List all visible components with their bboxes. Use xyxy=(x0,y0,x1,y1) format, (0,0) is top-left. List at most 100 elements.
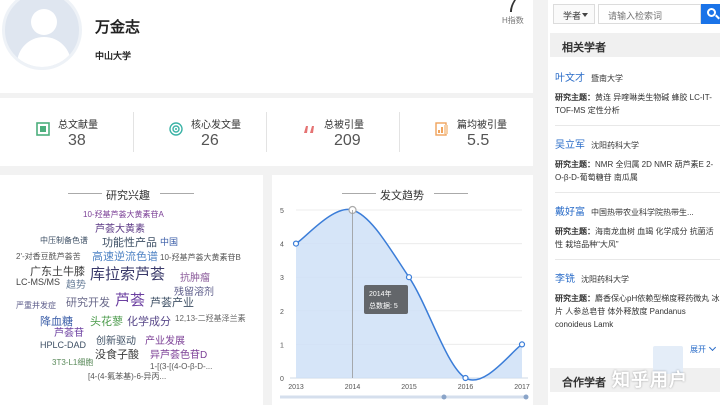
topic-label: 研究主题： xyxy=(555,227,595,236)
research-interest-panel: 研究兴趣 10-羟基芦荟大黄素苷A 芦荟大黄素 中压制备色谱 功能性产品 中国 … xyxy=(0,175,263,405)
stat-label: 总文献量 xyxy=(58,120,98,131)
cloud-word[interactable]: 芦荟 xyxy=(115,293,145,308)
cloud-word[interactable]: 芦荟大黄素 xyxy=(95,225,145,235)
document-icon xyxy=(36,122,50,136)
cloud-word[interactable]: 功能性产品 xyxy=(102,238,157,249)
cloud-word[interactable]: 创新驱动 xyxy=(96,337,136,347)
x-tick-label: 2013 xyxy=(288,384,304,391)
cloud-word[interactable]: 高速逆流色谱 xyxy=(92,252,158,263)
scholar-inst: 沈阳药科大学 xyxy=(581,275,629,284)
y-tick-label: 4 xyxy=(280,242,284,249)
topic-label: 研究主题： xyxy=(555,294,595,303)
stat-value: 38 xyxy=(68,132,86,149)
y-tick-label: 5 xyxy=(280,208,284,215)
hindex-label: H指数 xyxy=(502,16,524,25)
cloud-word[interactable]: 芦荟产业 xyxy=(150,298,194,309)
data-point xyxy=(462,374,469,382)
watermark-text: 知乎用户 xyxy=(612,370,688,390)
stat-value: 5.5 xyxy=(467,132,490,149)
expand-link[interactable]: 展开 xyxy=(690,344,715,355)
search-bar: 学者 xyxy=(553,4,720,24)
scholar-inst: 暨南大学 xyxy=(591,74,623,83)
y-tick-label: 2 xyxy=(280,309,284,316)
profile-card: 万金志 中山大学 7 H指数 xyxy=(0,0,533,93)
y-tick-label: 1 xyxy=(280,342,284,349)
chart-doc-icon xyxy=(435,122,448,136)
search-type-label: 学者 xyxy=(563,11,582,21)
cloud-word[interactable]: 产业发展 xyxy=(145,337,185,347)
cloud-word[interactable]: 没食子酸 xyxy=(95,350,139,361)
scholar-affiliation[interactable]: 中山大学 xyxy=(95,49,131,62)
range-slider-handle xyxy=(441,394,447,400)
cloud-word[interactable]: 中国 xyxy=(160,238,178,247)
stat-total-citations[interactable]: 总被引量 209 xyxy=(266,98,399,166)
stat-label: 总被引量 xyxy=(324,120,364,131)
cloud-word[interactable]: 芦荟苷 xyxy=(54,329,84,339)
x-tick-label: 2017 xyxy=(514,384,530,391)
target-icon xyxy=(169,122,183,136)
related-scholars-header: 相关学者 xyxy=(550,33,720,57)
range-slider-handle xyxy=(523,394,529,400)
cloud-word[interactable]: 头花蓼 xyxy=(90,317,123,328)
cloud-word[interactable]: 库拉索芦荟 xyxy=(90,267,165,282)
cloud-word[interactable]: 异芦荟色苷D xyxy=(150,351,207,361)
scholar-link[interactable]: 吴立军 xyxy=(555,136,585,151)
stat-label: 核心发文量 xyxy=(191,120,241,131)
cloud-word[interactable]: 2'-对香豆酰芦荟苦 xyxy=(16,253,81,261)
data-point xyxy=(292,240,300,247)
stat-label: 篇均被引量 xyxy=(457,120,507,131)
cloud-word[interactable]: 10-羟基芦荟大黄素苷A xyxy=(83,211,164,219)
stat-core-docs[interactable]: 核心发文量 26 xyxy=(133,98,266,166)
x-tick-label: 2015 xyxy=(401,384,417,391)
stat-avg-citations[interactable]: 篇均被引量 5.5 xyxy=(399,98,532,166)
topic-label: 研究主题： xyxy=(555,93,595,102)
scholar-name: 万金志 xyxy=(95,19,141,36)
y-tick-label: 3 xyxy=(280,275,284,282)
cloud-word[interactable]: 中压制备色谱 xyxy=(40,237,88,245)
search-button[interactable] xyxy=(701,4,720,24)
search-type-select[interactable]: 学者 xyxy=(553,4,595,24)
tooltip-value: 总数据: 5 xyxy=(369,301,398,310)
cloud-word[interactable]: 降血糖 xyxy=(40,317,73,328)
stat-value: 209 xyxy=(334,132,361,149)
scholar-link[interactable]: 叶文才 xyxy=(555,69,585,84)
y-tick-label: 0 xyxy=(280,376,284,383)
cloud-word[interactable]: 研究开发 xyxy=(66,298,110,309)
cloud-word[interactable]: 10-羟基芦荟大黄素苷B xyxy=(160,254,241,262)
scholar-entry: 李铣 沈阳药科大学 研究主题：麝香保心pH依赖型梯度释药微丸 冰片 人参总皂苷 体… xyxy=(555,269,720,331)
series-area xyxy=(296,209,522,381)
scholar-inst: 沈阳药科大学 xyxy=(591,141,639,150)
x-tick-label: 2016 xyxy=(458,384,474,391)
cloud-word[interactable]: HPLC-DAD xyxy=(40,341,86,350)
scholar-entry: 吴立军 沈阳药科大学 研究主题：NMR 全归属 2D NMR 葫芦素E 2-O-β… xyxy=(555,135,720,184)
cloud-word[interactable]: [4-(4-氟苯基)-6-异丙... xyxy=(88,373,166,381)
cloud-word[interactable]: 趋势 xyxy=(66,281,86,291)
cloud-word[interactable]: 严重并发症 xyxy=(16,302,56,310)
cloud-word[interactable]: 化学成分 xyxy=(127,317,171,328)
x-tick-label: 2014 xyxy=(345,384,361,391)
panel-title: 研究兴趣 xyxy=(106,190,150,202)
data-point xyxy=(405,274,413,281)
trend-chart[interactable]: 0 1 2 3 4 5 2013 2014 2015 2016 2017 2014年总数据: 5 xyxy=(272,175,533,405)
search-input[interactable] xyxy=(598,4,701,24)
tooltip-year: 2014年 xyxy=(369,289,392,298)
stats-row: 总文献量 38 核心发文量 26 总被引量 209 篇均被引量 5.5 xyxy=(0,98,533,166)
avatar xyxy=(2,0,82,70)
quote-icon xyxy=(304,126,314,133)
chevron-down-icon xyxy=(582,13,588,17)
cloud-word[interactable]: 抗肿瘤 xyxy=(180,274,210,284)
scholar-entry: 戴好富 中国热带农业科学院热带生... 研究主题：海南龙血树 血竭 化学成分 抗菌… xyxy=(555,202,720,251)
cloud-word[interactable]: 12,13-二羟基泽兰素 xyxy=(175,315,246,323)
data-point xyxy=(518,341,526,348)
cloud-word[interactable]: 3T3-L1细胞 xyxy=(52,359,93,367)
publication-trend-panel: 发文趋势 0 1 2 3 4 5 2013 2014 2015 2016 2017 2014年 总数据:… xyxy=(272,175,533,405)
scholar-entry: 叶文才 暨南大学 研究主题：黄连 异喹啉类生物碱 蜂胶 LC-IT-TOF-MS … xyxy=(555,68,720,117)
scholar-inst: 中国热带农业科学院热带生... xyxy=(591,208,694,217)
scholar-link[interactable]: 戴好富 xyxy=(555,203,585,218)
stat-total-docs[interactable]: 总文献量 38 xyxy=(0,98,133,166)
topic-label: 研究主题： xyxy=(555,160,595,169)
cloud-word[interactable]: 1-[(3-[(4-O-β-D-... xyxy=(150,363,212,371)
cloud-word[interactable]: LC-MS/MS xyxy=(16,278,60,287)
scholar-link[interactable]: 李铣 xyxy=(555,270,575,285)
stat-value: 26 xyxy=(201,132,219,149)
